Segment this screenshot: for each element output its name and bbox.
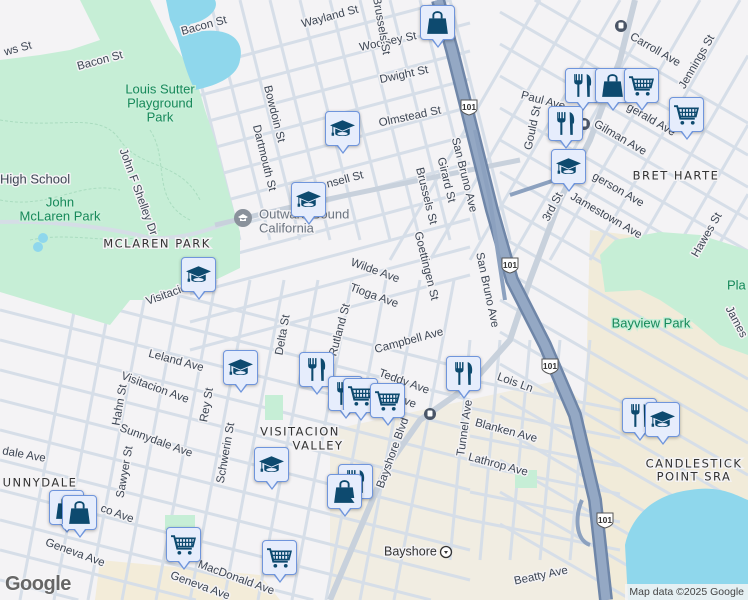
neighborhood-label: MCLAREN PARK	[103, 237, 211, 251]
park-label: McLaren Park	[20, 208, 101, 223]
restaurant-marker[interactable]	[446, 356, 481, 399]
street-label: Wilde Ave	[349, 257, 401, 286]
shopping-cart-icon	[673, 101, 700, 128]
map-attribution[interactable]: Map data ©2025 Google	[625, 584, 748, 600]
fork-knife-icon	[303, 356, 330, 383]
shopping-cart-icon	[170, 531, 197, 558]
shield-label: 101	[543, 361, 557, 371]
fork-knife-icon	[552, 110, 579, 137]
park-label: Park	[147, 109, 174, 124]
neighborhood-label: BRET HARTE	[633, 169, 720, 183]
fork-knife-icon	[569, 72, 596, 99]
neighborhood-label: VISITACION	[260, 425, 340, 439]
street-label: San Bruno Ave	[473, 251, 501, 328]
grocery-marker[interactable]	[669, 97, 704, 140]
school-place-icon[interactable]	[234, 209, 252, 227]
school-marker[interactable]	[291, 182, 326, 225]
shopping-cart-icon	[374, 387, 401, 414]
grocery-marker[interactable]	[262, 540, 297, 583]
graduation-cap-icon	[295, 186, 322, 213]
bayshore-station-label[interactable]: Bayshore	[383, 543, 439, 560]
pond	[38, 233, 48, 243]
street-label: Jennings St	[677, 32, 718, 91]
street-label: Visitacion Ave	[119, 370, 190, 406]
park-label: John	[46, 194, 74, 209]
fork-knife-icon	[450, 360, 477, 387]
grocery-marker[interactable]	[370, 383, 405, 426]
shield-label: 101	[598, 515, 612, 525]
graduation-cap-icon	[555, 153, 582, 180]
street-label: co Ave	[99, 503, 135, 526]
grocery-marker[interactable]	[166, 527, 201, 570]
school-marker[interactable]	[551, 149, 586, 192]
grocery-marker[interactable]	[624, 68, 659, 111]
train-station-icon[interactable]	[424, 408, 436, 420]
park-label: Playground	[127, 95, 193, 110]
shield-label: 101	[462, 102, 476, 112]
school-marker[interactable]	[254, 447, 289, 490]
pond	[33, 242, 43, 252]
high-school-label: High School	[0, 171, 70, 186]
shopping-bag-icon	[66, 499, 93, 526]
shopping-marker[interactable]	[420, 5, 455, 48]
highway-101-shield: 101	[541, 358, 559, 375]
shopping-bag-icon	[599, 72, 626, 99]
graduation-cap-icon	[329, 115, 356, 142]
shopping-cart-icon	[628, 72, 655, 99]
school-marker[interactable]	[181, 257, 216, 300]
restaurant-marker[interactable]	[548, 106, 583, 149]
school-marker[interactable]	[223, 350, 258, 393]
shield-label: 101	[503, 260, 517, 270]
shopping-cart-icon	[266, 544, 293, 571]
street-label: Rutland St	[327, 302, 353, 358]
park-label: Pla	[727, 277, 747, 292]
school-marker[interactable]	[645, 402, 680, 445]
highway-101-shield: 101	[460, 99, 478, 116]
park-label: Bayview Park	[612, 315, 691, 330]
park-label: Louis Sutter	[125, 81, 195, 96]
graduation-cap-icon	[258, 451, 285, 478]
street-label: ws St	[2, 39, 34, 58]
bayshore-station-icon[interactable]	[439, 545, 453, 559]
graduation-cap-icon	[649, 406, 676, 433]
visitacion-playground	[265, 395, 283, 420]
street-label: Hahn St	[111, 383, 130, 427]
google-logo: Google	[5, 573, 71, 595]
street-label: Leland Ave	[147, 348, 205, 374]
highway-101-shield: 101	[501, 257, 519, 274]
street-label: Carroll Ave	[628, 31, 683, 69]
street-label: Sawyer St	[115, 444, 136, 498]
street-label: Goettingen St	[412, 230, 441, 302]
neighborhood-label: VALLEY	[292, 439, 343, 453]
shopping-bag-icon	[424, 9, 451, 36]
street-label: Gould St	[523, 104, 544, 151]
neighborhood-label: POINT SRA	[657, 470, 732, 484]
neighborhood-label: CANDLESTICK	[646, 457, 743, 471]
graduation-cap-icon	[227, 354, 254, 381]
train-station-icon[interactable]	[615, 20, 627, 32]
neighborhood-label: UNNYDALE	[3, 476, 78, 490]
school-marker[interactable]	[325, 111, 360, 154]
highway-101-shield: 101	[596, 512, 614, 529]
graduation-cap-icon	[185, 261, 212, 288]
